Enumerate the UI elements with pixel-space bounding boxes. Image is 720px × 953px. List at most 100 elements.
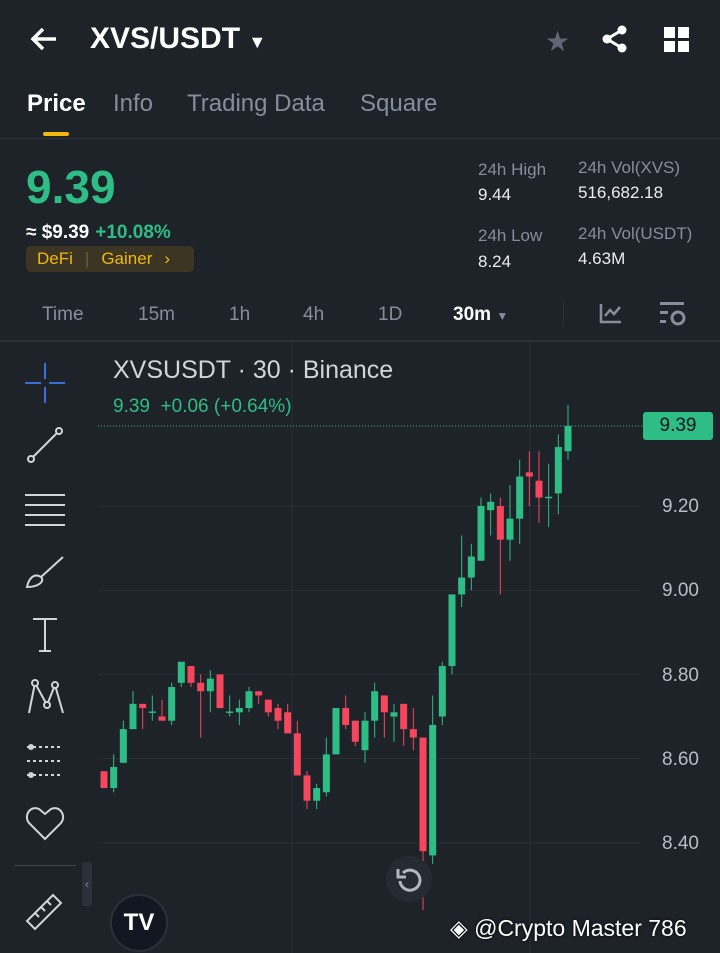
candle-body <box>274 708 282 721</box>
reset-chart-button[interactable] <box>386 856 432 902</box>
chart-settings-icon[interactable] <box>659 300 687 328</box>
candle-body <box>303 775 311 801</box>
tag-divider: | <box>84 249 90 268</box>
low-label: 24h Low <box>478 226 543 245</box>
candle-body <box>535 480 543 498</box>
candle-body <box>148 711 156 713</box>
low-value: 8.24 <box>478 252 512 271</box>
interval-1d[interactable]: 1D <box>378 304 402 326</box>
candle-body <box>438 665 446 717</box>
candle-body <box>129 703 137 730</box>
candle-body <box>322 754 330 793</box>
candle-body <box>206 678 214 692</box>
y-tick-label: 9.20 <box>662 496 699 517</box>
candle-body <box>342 708 350 725</box>
tag-defi: DeFi <box>37 249 73 268</box>
tab-square[interactable]: Square <box>360 90 437 118</box>
candle-body <box>380 695 388 713</box>
price-usd-row: ≈ $9.39 +10.08% <box>26 222 171 244</box>
candle-body <box>545 496 553 499</box>
tags-button[interactable]: DeFi | Gainer › <box>26 246 194 272</box>
back-button[interactable] <box>28 24 60 59</box>
arrow-left-icon <box>30 27 56 51</box>
candle-body <box>313 788 321 801</box>
rotate-icon <box>396 868 422 892</box>
active-tab-indicator <box>43 132 69 136</box>
interval-4h[interactable]: 4h <box>303 304 324 326</box>
candle-body <box>293 733 301 776</box>
candle-body <box>158 716 166 721</box>
candle-body <box>264 699 272 713</box>
candle-body <box>255 691 263 696</box>
indicator-chart-icon[interactable] <box>599 302 623 324</box>
caret-down-icon: ▼ <box>496 309 509 323</box>
tab-trading-data[interactable]: Trading Data <box>187 90 325 118</box>
divider <box>0 138 720 139</box>
last-price: 9.39 <box>26 161 116 213</box>
candle-body <box>419 737 427 852</box>
tab-price[interactable]: Price <box>27 90 86 118</box>
last-price-label: 9.39 <box>643 412 713 440</box>
candle-body <box>139 703 147 709</box>
interval-1h[interactable]: 1h <box>229 304 250 326</box>
vol-quote-value: 4.63M <box>578 249 626 268</box>
vol-base-label: 24h Vol(XVS) <box>578 158 681 177</box>
candle-body <box>506 518 514 540</box>
candle-body <box>390 712 398 717</box>
y-tick-label: 8.40 <box>662 833 699 854</box>
candle-body <box>361 720 369 751</box>
candle-body <box>496 506 504 540</box>
y-tick-label: 9.00 <box>662 580 699 601</box>
usd-price: ≈ $9.39 <box>26 222 90 243</box>
caret-down-icon: ▼ <box>248 32 267 52</box>
candle-body <box>177 661 185 683</box>
candle-body <box>554 447 562 494</box>
candle-body <box>467 556 475 578</box>
high-label: 24h High <box>478 160 547 179</box>
interval-30m-label: 30m <box>453 304 492 325</box>
candle-body <box>477 506 485 561</box>
divider <box>563 302 564 326</box>
y-tick-label: 8.60 <box>662 749 699 770</box>
grid-menu-icon[interactable] <box>664 27 690 53</box>
pair-title: XVS/USDT <box>90 22 241 55</box>
binance-logo-icon: ◈ <box>450 915 468 941</box>
candle-body <box>564 426 572 452</box>
candle-body <box>119 729 127 763</box>
y-tick-label: 8.80 <box>662 665 699 686</box>
candle-body <box>226 711 234 713</box>
candle-body <box>371 691 379 721</box>
watermark: ◈ @Crypto Master 786 <box>450 915 687 942</box>
vol-quote-label: 24h Vol(USDT) <box>578 224 693 243</box>
share-icon[interactable] <box>600 24 630 54</box>
vol-base-value: 516,682.18 <box>578 183 664 202</box>
chevron-right-icon: › <box>164 249 171 268</box>
candle-body <box>197 682 205 692</box>
candlestick-chart[interactable] <box>0 342 720 953</box>
tradingview-logo[interactable]: TV <box>110 894 168 952</box>
candle-body <box>458 577 466 595</box>
candle-body <box>168 687 176 721</box>
candle-body <box>409 729 417 738</box>
candle-body <box>216 674 224 709</box>
high-value: 9.44 <box>478 185 512 204</box>
tag-gainer: Gainer <box>101 249 153 268</box>
interval-time[interactable]: Time <box>42 304 84 326</box>
candle-body <box>235 708 243 713</box>
candle-body <box>284 712 292 734</box>
ohlc-legend: 9.39 +0.06 (+0.64%) <box>113 396 292 417</box>
candle-body <box>332 708 340 755</box>
candle-body <box>525 472 533 477</box>
candle-body <box>516 476 524 519</box>
candle-body <box>100 771 108 789</box>
watermark-text: @Crypto Master 786 <box>474 915 687 941</box>
interval-30m-dropdown[interactable]: 30m ▼ <box>453 304 508 326</box>
interval-15m[interactable]: 15m <box>138 304 175 326</box>
pair-selector[interactable]: XVS/USDT ▼ <box>90 22 266 56</box>
tab-info[interactable]: Info <box>113 90 153 118</box>
candle-body <box>110 767 118 789</box>
favorite-star-icon[interactable]: ★ <box>545 25 570 58</box>
candle-body <box>187 665 195 683</box>
candle-body <box>351 720 359 742</box>
candle-body <box>245 691 253 709</box>
